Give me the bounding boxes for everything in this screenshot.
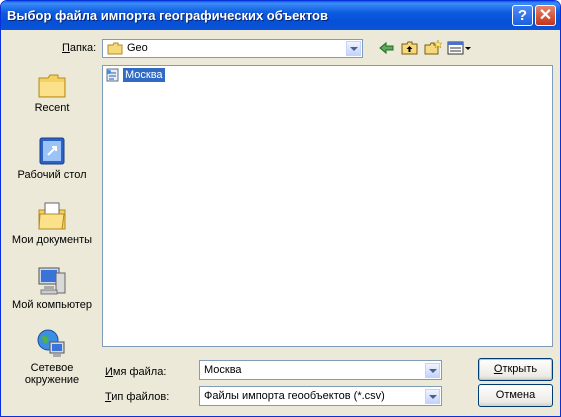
up-folder-icon[interactable]: [400, 39, 420, 57]
new-folder-icon[interactable]: [423, 39, 443, 57]
places-recent[interactable]: Recent: [5, 72, 99, 114]
file-name: Москва: [123, 68, 165, 82]
dialog-window: Выбор файла импорта географических объек…: [0, 0, 561, 417]
places-bar: Recent Рабочий стол Мои документы Мой ко…: [5, 60, 99, 410]
cancel-button[interactable]: Отмена: [478, 384, 553, 407]
close-button[interactable]: ✕: [535, 5, 556, 26]
chevron-down-icon[interactable]: [425, 363, 440, 378]
view-menu-icon[interactable]: [446, 39, 472, 57]
file-geo-icon: [106, 68, 119, 82]
recent-icon: [38, 74, 66, 98]
places-label: Мой компьютер: [11, 299, 93, 311]
filetype-value: Файлы импорта геообъектов (*.csv): [204, 390, 385, 402]
filename-label: Имя файла:: [105, 366, 167, 378]
filetype-label: Тип файлов:: [105, 391, 170, 403]
places-label: Recent: [34, 102, 70, 114]
filename-input[interactable]: Москва: [199, 360, 442, 380]
window-title: Выбор файла импорта географических объек…: [7, 8, 328, 23]
chevron-down-icon[interactable]: [346, 41, 361, 56]
desktop-icon: [39, 137, 65, 165]
places-my-computer[interactable]: Мой компьютер: [5, 265, 99, 311]
back-arrow-icon[interactable]: [377, 39, 397, 57]
filename-value: Москва: [204, 364, 242, 376]
chevron-down-icon[interactable]: [425, 389, 440, 404]
places-label: Рабочий стол: [17, 169, 87, 181]
places-label: Мои документы: [11, 234, 93, 246]
filetype-select[interactable]: Файлы импорта геообъектов (*.csv): [199, 386, 442, 406]
open-button[interactable]: Открыть: [478, 358, 553, 381]
places-desktop[interactable]: Рабочий стол: [5, 135, 99, 181]
help-button[interactable]: ?: [512, 5, 533, 26]
network-icon: [37, 329, 65, 357]
title-bar[interactable]: Выбор файла импорта географических объек…: [1, 1, 560, 30]
places-network[interactable]: Сетевое окружение: [5, 328, 99, 386]
my-documents-icon: [38, 202, 66, 230]
lookin-value: Geo: [127, 42, 148, 54]
lookin-label: Папка:: [62, 42, 97, 54]
places-my-documents[interactable]: Мои документы: [5, 200, 99, 246]
lookin-combo[interactable]: Geo: [102, 39, 363, 58]
folder-icon: [107, 42, 123, 55]
my-computer-icon: [38, 267, 66, 295]
places-label: Сетевое окружение: [24, 362, 80, 386]
file-list[interactable]: Москва: [102, 65, 553, 347]
